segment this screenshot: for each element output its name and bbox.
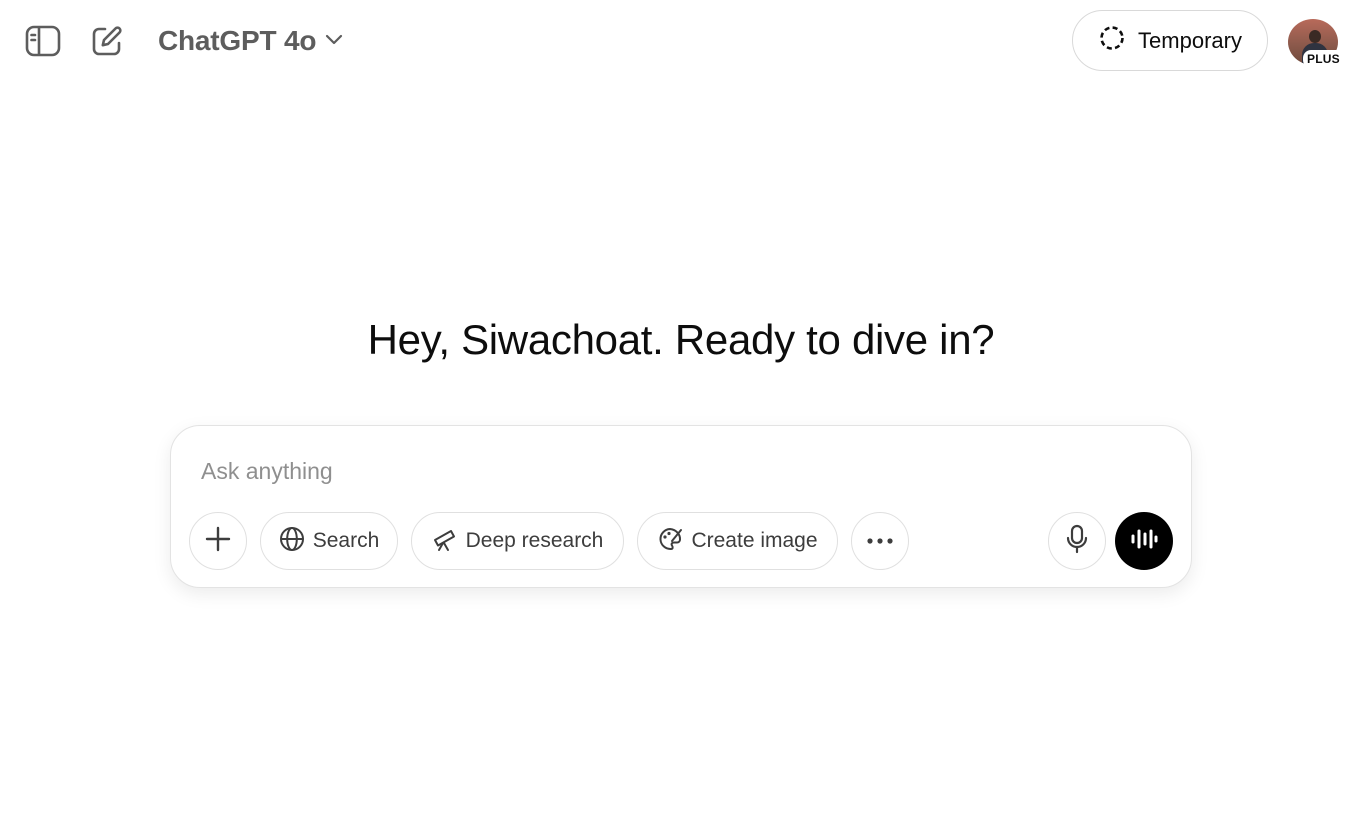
create-image-tool-button[interactable]: Create image bbox=[637, 512, 838, 570]
model-name: ChatGPT 4o bbox=[158, 25, 317, 56]
search-tool-label: Search bbox=[312, 529, 380, 552]
globe-icon bbox=[279, 526, 305, 557]
greeting-heading: Hey, Siwachoat. Ready to dive in? bbox=[367, 316, 995, 363]
voice-mode-button[interactable] bbox=[1115, 512, 1173, 570]
new-chat-button[interactable] bbox=[86, 20, 128, 62]
sidebar-toggle-button[interactable] bbox=[22, 20, 64, 62]
dictate-button[interactable] bbox=[1048, 512, 1106, 570]
add-attachment-button[interactable] bbox=[189, 512, 247, 570]
prompt-composer: Search Deep research Create image bbox=[170, 425, 1192, 588]
profile-menu-button[interactable]: PLUS bbox=[1286, 19, 1344, 69]
deep-research-tool-button[interactable]: Deep research bbox=[411, 512, 624, 570]
create-image-tool-label: Create image bbox=[691, 529, 818, 552]
more-horizontal-icon bbox=[866, 532, 894, 550]
plus-icon bbox=[205, 526, 231, 557]
palette-icon bbox=[657, 526, 683, 557]
model-selector[interactable]: ChatGPT 4o bbox=[150, 20, 352, 62]
voice-waveform-icon bbox=[1130, 528, 1158, 555]
sidebar-toggle-icon bbox=[25, 25, 61, 57]
deep-research-tool-label: Deep research bbox=[465, 529, 604, 552]
more-tools-button[interactable] bbox=[851, 512, 909, 570]
search-tool-button[interactable]: Search bbox=[260, 512, 398, 570]
telescope-icon bbox=[432, 526, 458, 557]
prompt-input[interactable] bbox=[201, 448, 1141, 494]
dashed-circle-icon bbox=[1098, 24, 1126, 57]
plan-badge: PLUS bbox=[1303, 50, 1344, 68]
new-chat-icon bbox=[90, 24, 124, 58]
microphone-icon bbox=[1065, 524, 1089, 559]
top-bar: ChatGPT 4o Temporary PLUS bbox=[0, 0, 1362, 82]
temporary-label: Temporary bbox=[1138, 27, 1242, 53]
chevron-down-icon bbox=[324, 32, 344, 51]
temporary-chat-button[interactable]: Temporary bbox=[1072, 10, 1268, 71]
